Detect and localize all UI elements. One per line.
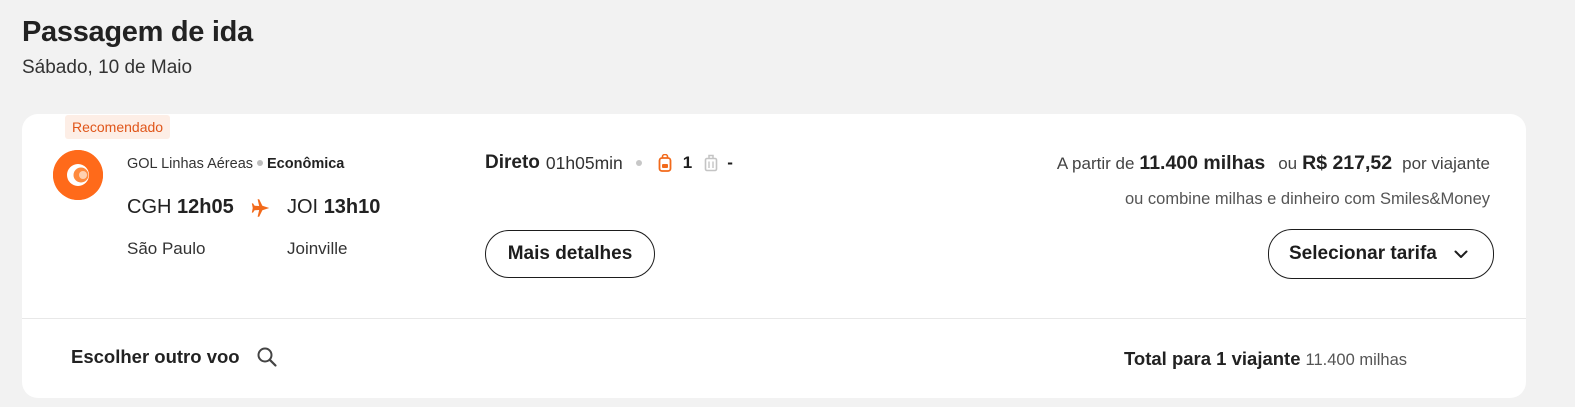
smiles-money-note: ou combine milhas e dinheiro com Smiles&… — [1125, 190, 1490, 208]
flight-duration: 01h05min — [545, 152, 623, 173]
plane-icon — [251, 199, 270, 217]
airline-name: GOL Linhas Aéreas — [127, 156, 254, 172]
carry-on-count: 1 — [682, 153, 693, 172]
choose-other-flight-label: Escolher outro voo — [71, 346, 240, 367]
total-label: Total para 1 viajante — [1124, 348, 1301, 369]
flight-date: Sábado, 10 de Maio — [22, 57, 193, 78]
price-or: ou — [1278, 154, 1298, 173]
stops-label: Direto — [485, 152, 540, 173]
total-summary: Total para 1 viajante 11.400 milhas — [1124, 348, 1407, 370]
price-suffix: por viajante — [1402, 154, 1490, 173]
price-line: A partir de 11.400 milhas ou R$ 217,52 p… — [1057, 152, 1490, 175]
price-prefix: A partir de — [1056, 154, 1135, 173]
checked-bag-count: - — [727, 153, 733, 172]
price-miles: 11.400 milhas — [1139, 152, 1266, 174]
origin-city: São Paulo — [127, 239, 206, 258]
total-value: 11.400 milhas — [1305, 351, 1408, 369]
destination-row: JOI 13h10 — [287, 196, 380, 219]
backpack-icon — [658, 154, 672, 172]
airline-logo — [53, 150, 103, 200]
separator-dot — [635, 160, 642, 166]
flight-summary: Direto 01h05min 1 - — [485, 152, 733, 174]
search-icon[interactable] — [256, 346, 278, 368]
luggage-icon — [704, 154, 718, 172]
origin-code: CGH — [127, 196, 172, 218]
price-money: R$ 217,52 — [1302, 152, 1393, 174]
page-header: Passagem de ida Sábado, 10 de Maio — [22, 16, 253, 79]
departure-time: 12h05 — [177, 196, 234, 218]
page-title: Passagem de ida — [22, 16, 253, 48]
chevron-down-icon — [1454, 250, 1468, 258]
gol-logo-icon — [53, 150, 103, 200]
origin-row: CGH 12h05 — [127, 196, 234, 219]
choose-other-flight[interactable]: Escolher outro voo — [71, 346, 278, 368]
airline-info: GOL Linhas Aéreas Econômica — [127, 156, 344, 172]
destination-code: JOI — [287, 196, 319, 218]
separator-dot — [257, 160, 264, 166]
select-fare-label: Selecionar tarifa — [1289, 243, 1437, 264]
more-details-button[interactable]: Mais detalhes — [485, 230, 655, 278]
recommended-badge: Recomendado — [65, 115, 171, 139]
destination-city: Joinville — [287, 239, 348, 258]
select-fare-button[interactable]: Selecionar tarifa — [1268, 229, 1494, 279]
flight-card: Recomendado GOL Linhas Aéreas Econômica C… — [22, 114, 1526, 398]
cabin-class: Econômica — [267, 156, 345, 172]
arrival-time: 13h10 — [323, 196, 381, 218]
card-divider — [22, 318, 1526, 319]
